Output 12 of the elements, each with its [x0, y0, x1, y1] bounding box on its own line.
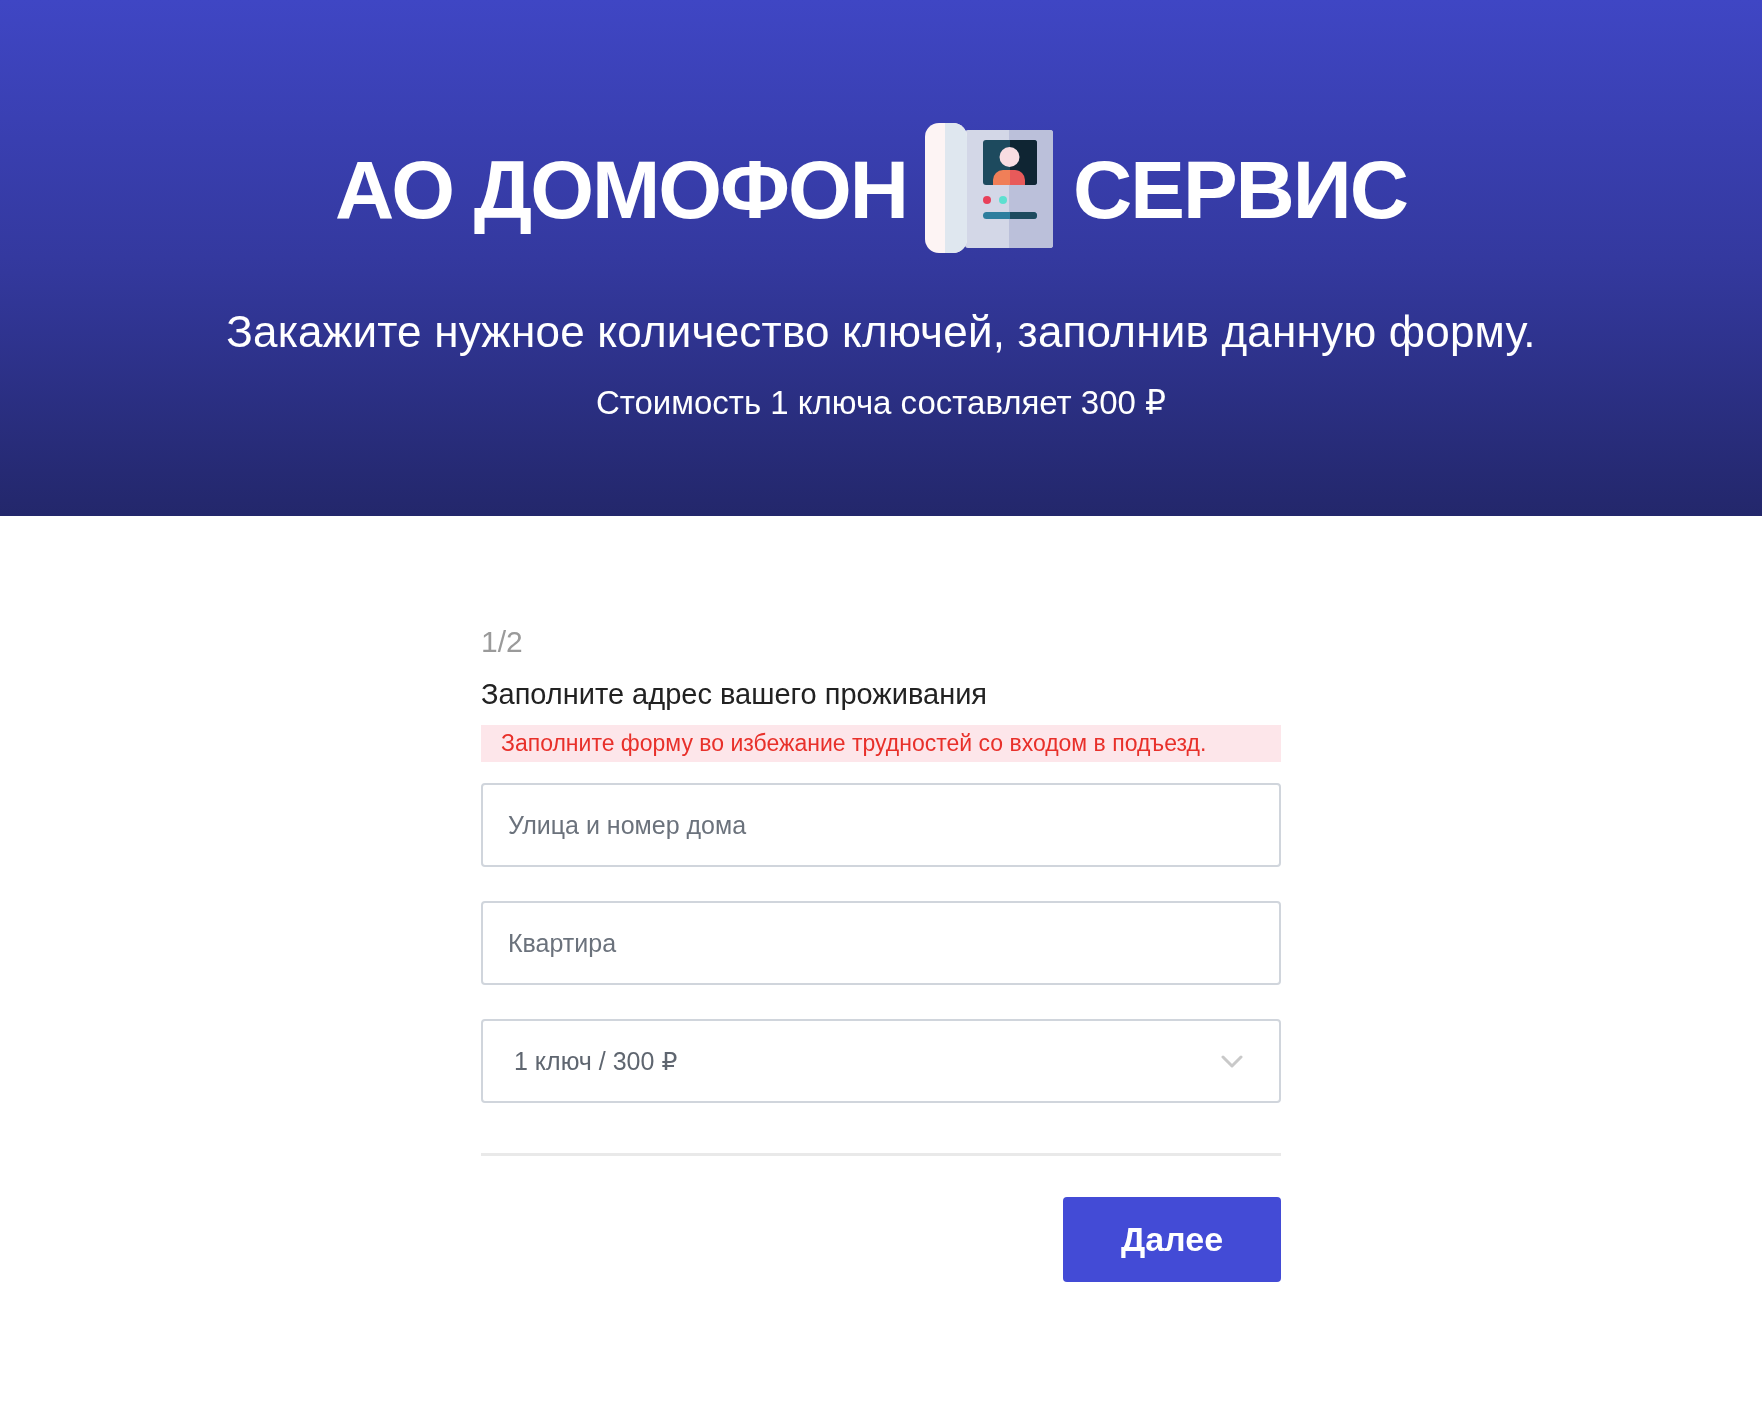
- price-note: Стоимость 1 ключа составляет 300 ₽: [595, 383, 1167, 423]
- chevron-down-icon: [1221, 1054, 1243, 1068]
- input-field[interactable]: Улица и номер дома: [481, 783, 1281, 867]
- intercom-icon: [925, 123, 1055, 253]
- logo-text: СЕРВИС: [1073, 149, 1407, 231]
- quantity-select[interactable]: 1 ключ / 300 ₽: [481, 1019, 1281, 1103]
- headline: Закажите нужное количество ключей, заполнив данную форму.: [226, 307, 1536, 357]
- warning-message: Заполните форму во избежание трудностей со входом в подъезд.: [481, 725, 1281, 762]
- step-counter: 1/2: [481, 624, 524, 660]
- input-field[interactable]: Квартира: [481, 901, 1281, 985]
- form-title: Заполните адрес вашего проживания: [481, 677, 989, 712]
- next-button[interactable]: Далее: [1063, 1197, 1281, 1282]
